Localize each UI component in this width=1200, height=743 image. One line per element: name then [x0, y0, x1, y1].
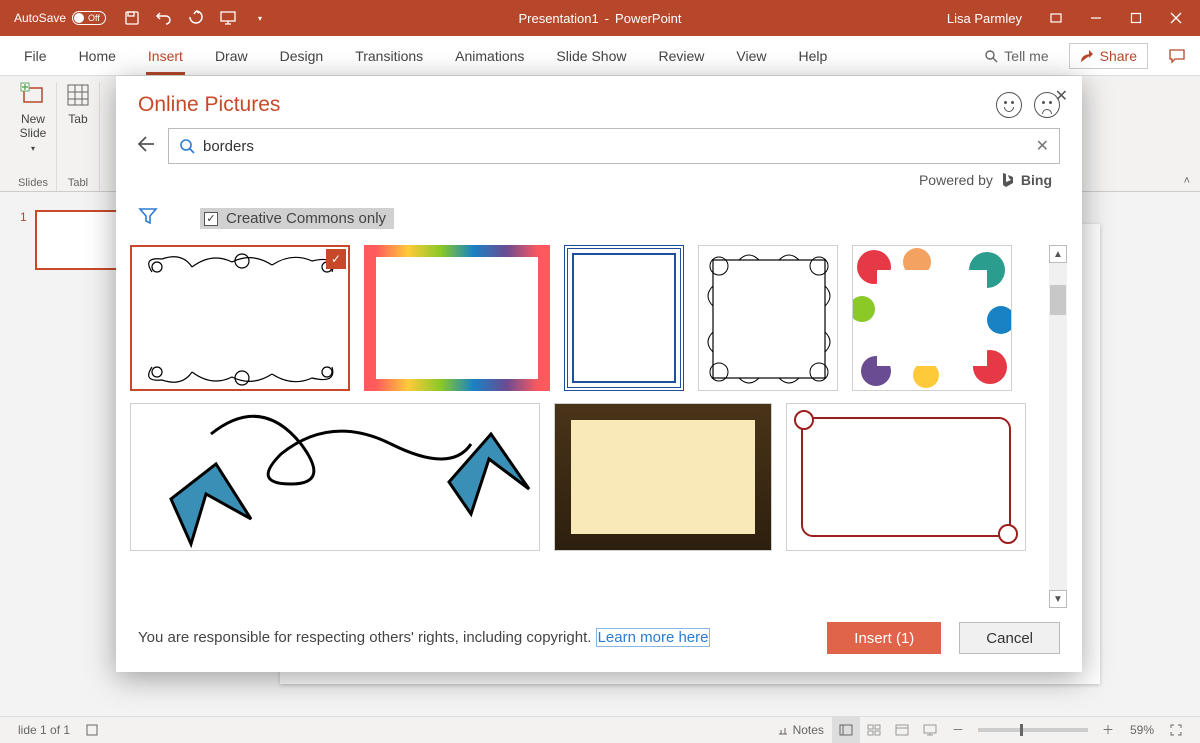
- scroll-thumb[interactable]: [1050, 285, 1066, 315]
- slideshow-view-icon[interactable]: [916, 717, 944, 743]
- redo-icon[interactable]: [180, 0, 212, 36]
- clear-search-icon[interactable]: ✕: [1036, 136, 1049, 156]
- insert-button[interactable]: Insert (1): [827, 622, 941, 654]
- zoom-slider[interactable]: [978, 728, 1088, 732]
- creative-commons-checkbox[interactable]: ✓ Creative Commons only: [200, 208, 394, 229]
- dialog-title: Online Pictures: [138, 93, 280, 117]
- share-button[interactable]: Share: [1069, 43, 1148, 69]
- tab-draw[interactable]: Draw: [199, 36, 264, 75]
- collapse-ribbon-icon[interactable]: ˄: [1174, 175, 1200, 191]
- results-area: ✓ ★ ★ ★ ★ ★ ★: [116, 245, 1082, 608]
- image-result[interactable]: ✓: [130, 245, 350, 391]
- tab-slideshow[interactable]: Slide Show: [540, 36, 642, 75]
- save-icon[interactable]: [116, 0, 148, 36]
- window-title: Presentation1 - PowerPoint: [518, 11, 681, 26]
- minimize-icon[interactable]: [1076, 0, 1116, 36]
- search-icon: [179, 138, 195, 154]
- slide-number: 1: [20, 210, 27, 270]
- feedback-happy-icon[interactable]: [996, 92, 1022, 118]
- back-icon[interactable]: [134, 133, 156, 160]
- normal-view-icon[interactable]: [832, 717, 860, 743]
- user-name[interactable]: Lisa Parmley: [933, 11, 1036, 26]
- image-result[interactable]: [130, 403, 540, 551]
- tab-help[interactable]: Help: [782, 36, 843, 75]
- image-result[interactable]: [852, 245, 1012, 391]
- autosave-toggle[interactable]: AutoSave Off: [4, 11, 116, 25]
- close-icon[interactable]: [1156, 0, 1196, 36]
- tab-transitions[interactable]: Transitions: [339, 36, 439, 75]
- notes-button[interactable]: Notes: [769, 723, 832, 737]
- scroll-up-icon[interactable]: ▲: [1049, 245, 1067, 263]
- tab-review[interactable]: Review: [642, 36, 720, 75]
- title-bar: AutoSave Off ▾ Presentation1 - PowerPoin…: [0, 0, 1200, 36]
- copyright-disclaimer: You are responsible for respecting other…: [138, 627, 710, 650]
- tab-view[interactable]: View: [720, 36, 782, 75]
- image-result[interactable]: [698, 245, 838, 391]
- comments-icon[interactable]: [1154, 48, 1200, 64]
- tab-animations[interactable]: Animations: [439, 36, 540, 75]
- checkbox-icon: ✓: [204, 212, 218, 226]
- results-scrollbar[interactable]: ▲ ▼: [1048, 245, 1068, 608]
- search-box[interactable]: ✕: [168, 128, 1060, 164]
- scroll-track[interactable]: [1049, 263, 1067, 590]
- toggle-switch[interactable]: Off: [72, 11, 106, 25]
- online-pictures-dialog: ✕ Online Pictures ✕ Powered by Bing ✓ Cr…: [116, 76, 1082, 672]
- sorter-view-icon[interactable]: [860, 717, 888, 743]
- image-result[interactable]: ★ ★ ★ ★ ★ ★: [364, 245, 550, 391]
- image-result[interactable]: [554, 403, 772, 551]
- tab-insert[interactable]: Insert: [132, 36, 199, 75]
- autosave-label: AutoSave: [14, 11, 66, 25]
- slide-counter[interactable]: lide 1 of 1: [10, 723, 78, 737]
- tab-file[interactable]: File: [8, 36, 63, 75]
- powered-by-label: Powered by Bing: [116, 168, 1082, 196]
- accessibility-icon[interactable]: [78, 724, 106, 736]
- image-result[interactable]: [564, 245, 684, 391]
- feedback-sad-icon[interactable]: [1034, 92, 1060, 118]
- fit-to-window-icon[interactable]: [1162, 724, 1190, 736]
- ribbon-group-tables: Tab Tabl: [57, 82, 100, 191]
- learn-more-link[interactable]: Learn more here: [596, 628, 711, 647]
- new-slide-button[interactable]: New Slide ▾: [20, 82, 47, 153]
- qat-more-icon[interactable]: ▾: [244, 0, 276, 36]
- tab-design[interactable]: Design: [264, 36, 340, 75]
- present-icon[interactable]: [212, 0, 244, 36]
- ribbon-tabs: File Home Insert Draw Design Transitions…: [0, 36, 1200, 76]
- tab-home[interactable]: Home: [63, 36, 132, 75]
- reading-view-icon[interactable]: [888, 717, 916, 743]
- bing-icon: [999, 172, 1015, 188]
- selected-check-icon: ✓: [326, 249, 346, 269]
- table-button[interactable]: Tab: [65, 82, 91, 126]
- zoom-level[interactable]: 59%: [1122, 723, 1162, 737]
- view-buttons: [832, 717, 944, 743]
- filter-icon[interactable]: [138, 206, 158, 231]
- cancel-button[interactable]: Cancel: [959, 622, 1060, 654]
- scroll-down-icon[interactable]: ▼: [1049, 590, 1067, 608]
- undo-icon[interactable]: [148, 0, 180, 36]
- zoom-out-icon[interactable]: －: [944, 721, 972, 738]
- zoom-in-icon[interactable]: ＋: [1094, 721, 1122, 738]
- maximize-icon[interactable]: [1116, 0, 1156, 36]
- status-bar: lide 1 of 1 Notes － ＋ 59%: [0, 716, 1200, 742]
- search-input[interactable]: [203, 138, 1036, 155]
- ribbon-options-icon[interactable]: [1036, 0, 1076, 36]
- image-result[interactable]: [786, 403, 1026, 551]
- tell-me-search[interactable]: Tell me: [970, 48, 1062, 64]
- ribbon-group-slides: New Slide ▾ Slides: [10, 82, 57, 191]
